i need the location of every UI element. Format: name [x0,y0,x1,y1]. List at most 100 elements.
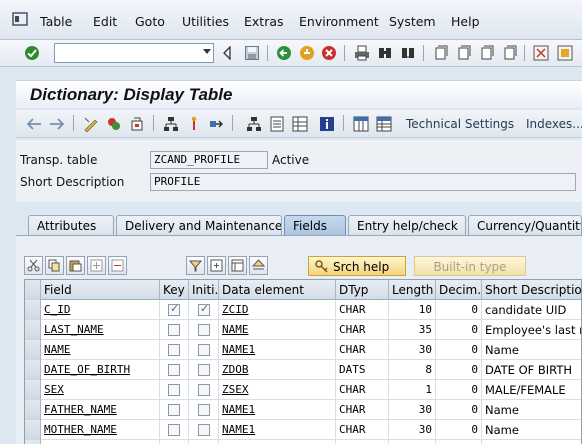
key-checkbox[interactable] [168,424,180,436]
data-element-cell[interactable]: ZCID [219,300,336,320]
table-row[interactable]: LAST_NAME NAME CHAR 35 0 Employee's last n [25,320,581,340]
menu-system[interactable]: System [389,14,436,29]
col-data-element[interactable]: Data element [219,280,336,300]
previous-page-icon[interactable] [455,44,473,62]
collapse-arrow-icon[interactable] [218,44,236,62]
columns-icon[interactable] [352,115,370,133]
system-menu-icon[interactable] [12,12,28,26]
table-row[interactable]: SEX ZSEX CHAR 1 0 MALE/FEMALE [25,380,581,400]
table-name-field[interactable]: ZCAND_PROFILE [150,151,268,169]
menu-table[interactable]: Table [40,14,72,29]
key-checkbox[interactable] [168,302,180,316]
table-icon[interactable] [375,115,393,133]
data-element-cell[interactable]: NAME1 [219,400,336,420]
data-element-cell[interactable]: NAME1 [219,340,336,360]
select-all-cell[interactable] [25,280,41,300]
col-key[interactable]: Key [160,280,189,300]
menu-help[interactable]: Help [451,14,480,29]
new-session-icon[interactable] [532,44,550,62]
key-checkbox[interactable] [168,384,180,396]
find-icon[interactable] [376,44,394,62]
tab-currency-quantity[interactable]: Currency/Quantity F [468,215,582,236]
activate-icon[interactable] [105,115,123,133]
table-row[interactable]: CONTACT ZPHONECHAR100contact number [25,440,581,444]
field-name-cell[interactable]: MOTHER_NAME [41,420,160,440]
initial-checkbox[interactable] [198,424,210,436]
initial-checkbox[interactable] [198,324,210,336]
row-selector[interactable] [25,440,41,444]
append-fields-icon[interactable] [207,256,226,275]
col-decimals[interactable]: Decim... [436,280,482,300]
back-arrow-icon[interactable] [25,115,43,133]
last-page-icon[interactable] [501,44,519,62]
table-row[interactable]: FATHER_NAME NAME1 CHAR 30 0 Name [25,400,581,420]
data-element-cell[interactable]: NAME1 [219,420,336,440]
command-field[interactable] [54,43,214,63]
row-selector[interactable] [25,320,41,340]
tab-attributes[interactable]: Attributes [28,215,114,236]
initial-checkbox[interactable] [198,344,210,356]
search-help-button[interactable]: Srch help [308,256,406,276]
tab-entry-help-check[interactable]: Entry help/check [348,215,466,236]
key-checkbox[interactable] [168,404,180,416]
paste-icon[interactable] [66,256,85,275]
forward-arrow-icon[interactable] [48,115,66,133]
chevron-down-icon[interactable] [203,49,211,54]
hierarchy-icon[interactable] [245,115,263,133]
menu-goto[interactable]: Goto [135,14,165,29]
info-icon[interactable] [318,115,336,133]
pin-icon[interactable] [185,115,203,133]
data-element-cell[interactable]: NAME [219,320,336,340]
navigation-icon[interactable] [208,115,226,133]
tab-fields[interactable]: Fields [284,215,346,236]
field-name-cell[interactable]: DATE_OF_BIRTH [41,360,160,380]
tab-delivery-maintenance[interactable]: Delivery and Maintenance [116,215,282,236]
data-element-cell[interactable]: ZSEX [219,380,336,400]
col-short-description[interactable]: Short Description [482,280,581,300]
shortcut-icon[interactable] [556,44,574,62]
field-name-cell[interactable]: C_ID [41,300,160,320]
row-selector[interactable] [25,340,41,360]
short-description-field[interactable]: PROFILE [150,173,576,191]
technical-settings-button[interactable]: Technical Settings [406,117,514,131]
other-object-icon[interactable] [128,115,146,133]
print-icon[interactable] [353,44,371,62]
field-name-cell[interactable]: FATHER_NAME [41,400,160,420]
sort-icon[interactable] [249,256,268,275]
key-checkbox[interactable] [168,344,180,356]
initial-checkbox[interactable] [198,384,210,396]
data-element-cell[interactable]: ZDOB [219,360,336,380]
display-change-icon[interactable] [82,115,100,133]
filter-icon[interactable] [186,256,205,275]
where-used-icon[interactable] [162,115,180,133]
back-icon[interactable] [275,44,293,62]
row-selector[interactable] [25,400,41,420]
field-name-cell[interactable]: LAST_NAME [41,320,160,340]
enter-icon[interactable] [23,44,41,62]
next-page-icon[interactable] [478,44,496,62]
indexes-button[interactable]: Indexes... [526,117,582,131]
built-in-type-button[interactable]: Built-in type [414,256,526,276]
exit-icon[interactable] [298,44,316,62]
menu-extras[interactable]: Extras [244,14,284,29]
save-icon[interactable] [243,44,261,62]
initial-checkbox[interactable] [198,364,210,376]
table-row[interactable]: DATE_OF_BIRTH ZDOB DATS 8 0 DATE OF BIRTH [25,360,581,380]
grid-icon[interactable] [291,115,309,133]
cancel-icon[interactable] [320,44,338,62]
copy-icon[interactable] [45,256,64,275]
first-page-icon[interactable] [432,44,450,62]
key-checkbox[interactable] [168,324,180,336]
col-length[interactable]: Length [389,280,436,300]
find-next-icon[interactable] [399,44,417,62]
menu-utilities[interactable]: Utilities [182,14,229,29]
data-element-cell[interactable]: ZPHONE [219,440,336,444]
menu-environment[interactable]: Environment [299,14,379,29]
field-name-cell[interactable]: CONTACT [41,440,160,444]
table-row[interactable]: MOTHER_NAME NAME1 CHAR 30 0 Name [25,420,581,440]
insert-row-icon[interactable] [87,256,106,275]
delete-row-icon[interactable] [108,256,127,275]
structure-icon[interactable] [228,256,247,275]
table-row[interactable]: C_ID ZCIDCHAR100candidate UID [25,300,581,320]
cut-icon[interactable] [24,256,43,275]
